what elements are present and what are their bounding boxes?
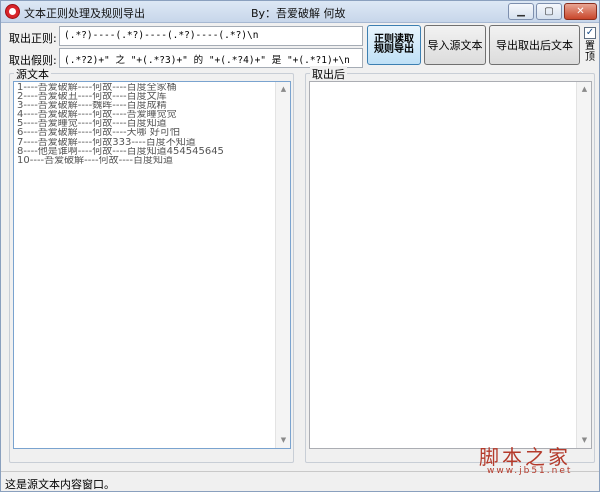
window-author: By：吾爱破解 何故	[251, 7, 346, 20]
text-line: 2----吾爱破丑----何故----百度文库	[17, 92, 167, 102]
topmost-checkbox[interactable]: ✓	[584, 27, 596, 39]
text-line: 6----吾爱破解----何故----天哪 好可怕	[17, 128, 180, 138]
scroll-down-icon[interactable]: ▼	[276, 433, 290, 448]
app-logo-icon	[5, 4, 20, 19]
watermark-url: www.jb51.net	[487, 466, 573, 476]
text-line: 8----他是谁啊----何故----百度知道454545645	[17, 146, 224, 156]
topmost-label: 置顶	[585, 41, 595, 63]
export-result-button[interactable]: 导出取出后文本	[489, 25, 580, 65]
source-lines: 1----吾爱破解----何故----百度全家桶 2----吾爱破丑----何故-…	[17, 83, 274, 165]
title-bar[interactable]: 文本正则处理及规则导出 By：吾爱破解 何故 ▁ ▢ ✕	[1, 1, 599, 23]
scroll-up-icon[interactable]: ▲	[577, 82, 591, 97]
result-textarea[interactable]: ▲ ▼	[309, 81, 592, 449]
extract-rule-label: 取出正则:	[9, 32, 57, 45]
text-line: 7----吾爱破解----何故333----百度不知道	[17, 137, 196, 147]
result-group-title: 取出后	[310, 66, 347, 82]
extract-rule-input[interactable]: (.*?)----(.*?)----(.*?)----(.*?)\n	[59, 26, 363, 46]
text-line: 3----吾爱破解----魏晖----百度成精	[17, 101, 167, 111]
scroll-down-icon[interactable]: ▼	[577, 433, 591, 448]
source-group-title: 源文本	[14, 66, 51, 82]
text-line: 5----吾爱睡觉----何故----百度知道	[17, 119, 167, 129]
source-textarea[interactable]: 1----吾爱破解----何故----百度全家桶 2----吾爱破丑----何故-…	[13, 81, 291, 449]
import-source-button[interactable]: 导入源文本	[424, 25, 486, 65]
source-scrollbar[interactable]: ▲ ▼	[275, 82, 290, 448]
text-line: 4----吾爱破解----何故----吾爱睡觉觉	[17, 110, 177, 120]
minimize-icon[interactable]: ▁	[508, 3, 534, 20]
text-line: 1----吾爱破解----何故----百度全家桶	[17, 83, 177, 93]
text-line: 10----吾爱破解----何故----百度知道	[17, 155, 174, 165]
read-export-rules-button[interactable]: 正则读取 规则导出	[367, 25, 421, 65]
result-scrollbar[interactable]: ▲ ▼	[576, 82, 591, 448]
maximize-icon[interactable]: ▢	[536, 3, 562, 20]
status-text: 这是源文本内容窗口。	[5, 478, 115, 491]
app-window: 文本正则处理及规则导出 By：吾爱破解 何故 ▁ ▢ ✕ 取出正则: (.*?)…	[0, 0, 600, 492]
window-title: 文本正则处理及规则导出	[24, 7, 145, 20]
fake-rule-input[interactable]: (.*?2)+" 之 "+(.*?3)+" 的 "+(.*?4)+" 是 "+(…	[59, 48, 363, 68]
close-icon[interactable]: ✕	[564, 3, 597, 20]
scroll-up-icon[interactable]: ▲	[276, 82, 290, 97]
